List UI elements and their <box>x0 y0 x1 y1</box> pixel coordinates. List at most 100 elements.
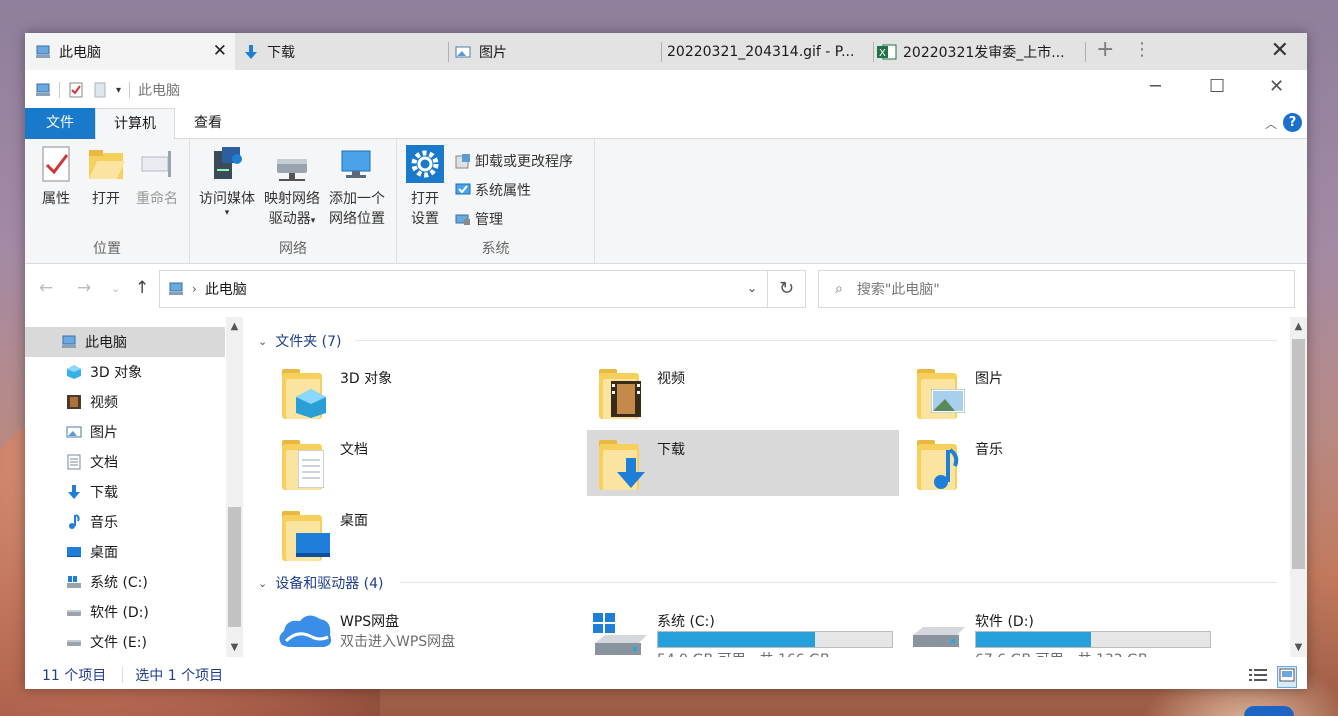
properties-button[interactable]: 属性 <box>35 145 77 209</box>
new-folder-icon[interactable] <box>92 82 108 98</box>
tab-file[interactable]: 文件 <box>25 108 95 139</box>
section-header-folders[interactable]: ⌄ 文件夹 (7) <box>258 331 342 351</box>
folder-documents[interactable]: 文档 <box>270 430 582 496</box>
scroll-up-icon[interactable]: ▲ <box>226 321 243 332</box>
nav-item-music[interactable]: 音乐 <box>25 507 225 537</box>
scrollbar-thumb[interactable] <box>228 507 241 627</box>
video-icon <box>66 394 82 410</box>
properties-check-icon[interactable] <box>68 82 84 98</box>
system-properties-button[interactable]: 系统属性 <box>455 180 531 200</box>
help-button[interactable]: ? <box>1283 113 1302 132</box>
rename-button[interactable]: 重命名 <box>133 145 181 209</box>
nav-item-desktop[interactable]: 桌面 <box>25 537 225 567</box>
status-bar: 11 个项目 选中 1 个项目 <box>25 661 1307 689</box>
nav-item-drive-e[interactable]: 文件 (E:) <box>25 627 225 657</box>
scroll-down-icon[interactable]: ▼ <box>1290 642 1307 653</box>
nav-item-3d-objects[interactable]: 3D 对象 <box>25 357 225 387</box>
tab-view[interactable]: 查看 <box>175 108 241 139</box>
customize-qat-dropdown-icon[interactable]: ▾ <box>116 85 121 96</box>
forward-arrow-icon[interactable]: → <box>77 278 91 298</box>
close-button[interactable]: ✕ <box>1269 76 1284 97</box>
new-tab-button[interactable]: + <box>1096 39 1114 61</box>
manage-computer-icon <box>455 211 471 227</box>
content-scrollbar[interactable]: ▲ ▼ <box>1290 317 1307 657</box>
tab-excel-file[interactable]: X 20220321发审委_上市... <box>877 33 1087 70</box>
nav-item-this-pc[interactable]: 此电脑 <box>25 327 225 357</box>
recent-locations-chevron-icon[interactable]: ⌄ <box>111 282 120 295</box>
open-settings-button[interactable]: 打开 设置 <box>403 145 447 229</box>
documents-folder-icon <box>282 436 332 492</box>
collapse-chevron-icon[interactable]: ⌄ <box>258 335 267 348</box>
open-folder-icon <box>87 145 125 183</box>
address-bar[interactable]: › 此电脑 ⌄ <box>159 270 768 308</box>
navigation-scrollbar[interactable]: ▲ ▼ <box>226 317 243 657</box>
open-button[interactable]: 打开 <box>85 145 127 209</box>
folder-pictures[interactable]: 图片 <box>905 359 1217 425</box>
nav-item-pictures[interactable]: 图片 <box>25 417 225 447</box>
divider <box>122 667 124 683</box>
ribbon-group-network: 访问媒体 ▾ 映射网络 驱动器▾ 添加一个 网络位置 网络 <box>190 139 397 264</box>
nav-item-drive-d[interactable]: 软件 (D:) <box>25 597 225 627</box>
manage-button[interactable]: 管理 <box>455 209 503 229</box>
tabbar-close-button[interactable]: ✕ <box>1271 38 1289 63</box>
tab-label: 20220321_204314.gif - P... <box>667 43 855 60</box>
tab-downloads[interactable]: 下载 <box>243 33 443 70</box>
nav-item-drive-c[interactable]: 系统 (C:) <box>25 567 225 597</box>
folder-music[interactable]: 音乐 <box>905 430 1217 496</box>
scroll-down-icon[interactable]: ▼ <box>226 642 243 653</box>
section-header-devices[interactable]: ⌄ 设备和驱动器 (4) <box>258 573 384 593</box>
window-title: 此电脑 <box>138 83 181 99</box>
content-pane: ⌄ 文件夹 (7) 3D 对象 视频 图片 文档 下载 音乐 桌面 ⌄ 设备和驱… <box>250 317 1290 657</box>
nav-item-downloads[interactable]: 下载 <box>25 477 225 507</box>
breadcrumb-this-pc[interactable]: 此电脑 <box>205 279 247 299</box>
nav-item-label: 文档 <box>90 455 118 471</box>
tab-label: 图片 <box>479 44 507 61</box>
breadcrumb-chevron-icon[interactable]: › <box>192 282 197 296</box>
folder-videos[interactable]: 视频 <box>587 359 899 425</box>
tab-close-button[interactable]: ✕ <box>213 41 227 61</box>
tab-label: 20220321发审委_上市... <box>903 44 1065 61</box>
maximize-button[interactable]: ☐ <box>1209 76 1225 97</box>
add-location-label-1: 添加一个 <box>329 191 385 207</box>
tab-this-pc[interactable]: 此电脑 ✕ <box>25 33 235 70</box>
folder-3d-objects[interactable]: 3D 对象 <box>270 359 582 425</box>
collapse-chevron-icon[interactable]: ⌄ <box>258 577 267 590</box>
tab-divider <box>1085 42 1086 62</box>
computer-icon <box>61 334 77 350</box>
address-dropdown-chevron-icon[interactable]: ⌄ <box>747 281 757 295</box>
minimize-button[interactable]: ─ <box>1150 76 1161 97</box>
folder-name: 3D 对象 <box>340 371 393 387</box>
scrollbar-thumb[interactable] <box>1292 339 1305 569</box>
tab-pictures[interactable]: 图片 <box>455 33 655 70</box>
drive-usage-fill <box>658 632 815 647</box>
search-input[interactable]: ⌕ 搜索"此电脑" <box>818 270 1295 308</box>
drive-d[interactable]: 软件 (D:) 67.6 GB 可用，共 132 GB <box>905 605 1217 657</box>
tab-menu-button[interactable]: ⋮ <box>1133 39 1151 61</box>
explorer-window: 此电脑 ✕ 下载 图片 20220321_204314.gif - P... X… <box>25 33 1307 689</box>
nav-item-documents[interactable]: 文档 <box>25 447 225 477</box>
add-location-label-2: 网络位置 <box>329 211 385 227</box>
back-arrow-icon[interactable]: ← <box>39 278 53 298</box>
refresh-button[interactable]: ↻ <box>768 270 806 308</box>
map-network-drive-button[interactable]: 映射网络 驱动器▾ <box>260 145 324 231</box>
tab-gif-file[interactable]: 20220321_204314.gif - P... <box>661 33 871 70</box>
desktop-icon <box>66 544 82 560</box>
nav-item-videos[interactable]: 视频 <box>25 387 225 417</box>
picture-icon <box>66 424 82 440</box>
up-arrow-icon[interactable]: ↑ <box>135 278 149 298</box>
tab-computer[interactable]: 计算机 <box>95 108 175 140</box>
navigation-pane: 此电脑 3D 对象 视频 图片 文档 下载 音乐 桌面 系统 (C:) 软件 (… <box>25 317 244 657</box>
scroll-up-icon[interactable]: ▲ <box>1290 321 1307 332</box>
collapse-ribbon-icon[interactable]: ︿ <box>1265 115 1277 132</box>
wps-cloud-drive[interactable]: WPS网盘 双击进入WPS网盘 <box>270 605 582 657</box>
downloads-folder-icon <box>599 436 649 492</box>
large-icons-view-icon[interactable] <box>1277 666 1297 688</box>
dropdown-arrow-icon: ▾ <box>224 208 230 218</box>
uninstall-programs-button[interactable]: 卸载或更改程序 <box>455 151 573 171</box>
folder-downloads[interactable]: 下载 <box>587 430 899 496</box>
add-network-location-button[interactable]: 添加一个 网络位置 <box>324 145 390 229</box>
drive-c[interactable]: 系统 (C:) 54.9 GB 可用，共 166 GB <box>587 605 899 657</box>
details-view-icon[interactable] <box>1249 667 1267 687</box>
folder-desktop[interactable]: 桌面 <box>270 501 582 567</box>
access-media-button[interactable]: 访问媒体 ▾ <box>195 145 259 218</box>
